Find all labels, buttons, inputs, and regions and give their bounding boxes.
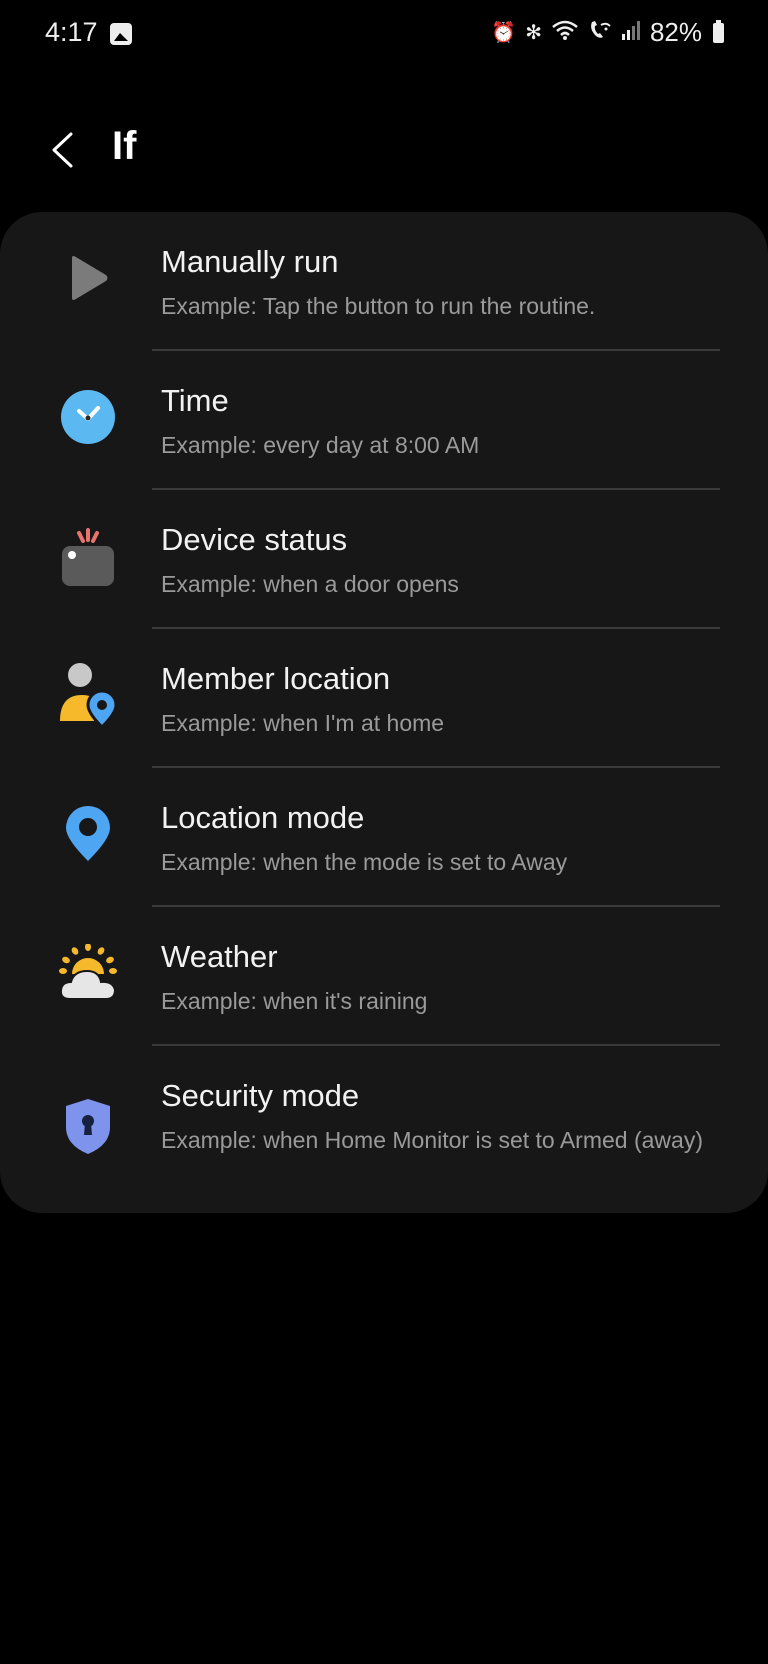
condition-title: Manually run — [161, 244, 339, 279]
condition-title: Member location — [161, 661, 391, 696]
condition-title: Weather — [161, 939, 278, 974]
condition-subtitle: Example: Tap the button to run the routi… — [161, 293, 596, 319]
play-icon — [58, 248, 118, 308]
condition-subtitle: Example: when the mode is set to Away — [161, 849, 568, 875]
member-location-icon — [58, 663, 118, 727]
condition-device-status[interactable]: Device status Example: when a door opens — [0, 490, 768, 629]
condition-location-mode[interactable]: Location mode Example: when the mode is … — [0, 768, 768, 907]
condition-subtitle: Example: when it's raining — [161, 988, 428, 1014]
conditions-card: Manually run Example: Tap the button to … — [0, 212, 768, 1213]
condition-security-mode[interactable]: Security mode Example: when Home Monitor… — [0, 1046, 768, 1213]
status-icons: ⏰ ✻ 82% — [491, 17, 724, 48]
condition-subtitle: Example: when Home Monitor is set to Arm… — [161, 1127, 703, 1153]
bluetooth-icon: ✻ — [525, 22, 542, 44]
condition-title: Device status — [161, 522, 348, 557]
page-title: If — [112, 124, 137, 168]
clock-icon — [58, 387, 118, 447]
condition-title: Security mode — [161, 1078, 360, 1113]
weather-icon — [58, 943, 118, 1003]
condition-member-location[interactable]: Member location Example: when I'm at hom… — [0, 629, 768, 768]
condition-subtitle: Example: every day at 8:00 AM — [161, 432, 480, 458]
condition-manually-run[interactable]: Manually run Example: Tap the button to … — [0, 212, 768, 351]
gallery-icon — [110, 23, 132, 45]
condition-title: Location mode — [161, 800, 365, 835]
condition-weather[interactable]: Weather Example: when it's raining — [0, 907, 768, 1046]
wifi-icon — [551, 19, 579, 47]
status-bar: 4:17 ⏰ ✻ 82% — [0, 0, 768, 70]
battery-percent: 82% — [649, 17, 702, 47]
status-time: 4:17 — [45, 17, 98, 47]
alarm-icon: ⏰ — [491, 22, 517, 44]
back-button[interactable] — [44, 128, 84, 172]
shield-lock-icon — [58, 1096, 118, 1156]
header: If — [0, 120, 768, 180]
condition-subtitle: Example: when I'm at home — [161, 710, 445, 736]
condition-time[interactable]: Time Example: every day at 8:00 AM — [0, 351, 768, 490]
signal-icon — [621, 20, 641, 46]
condition-title: Time — [161, 383, 229, 418]
condition-subtitle: Example: when a door opens — [161, 571, 459, 597]
device-icon — [58, 526, 118, 586]
location-pin-icon — [58, 804, 118, 864]
chevron-left-icon — [52, 132, 73, 168]
wifi-calling-icon — [588, 19, 612, 47]
battery-icon — [713, 19, 724, 43]
